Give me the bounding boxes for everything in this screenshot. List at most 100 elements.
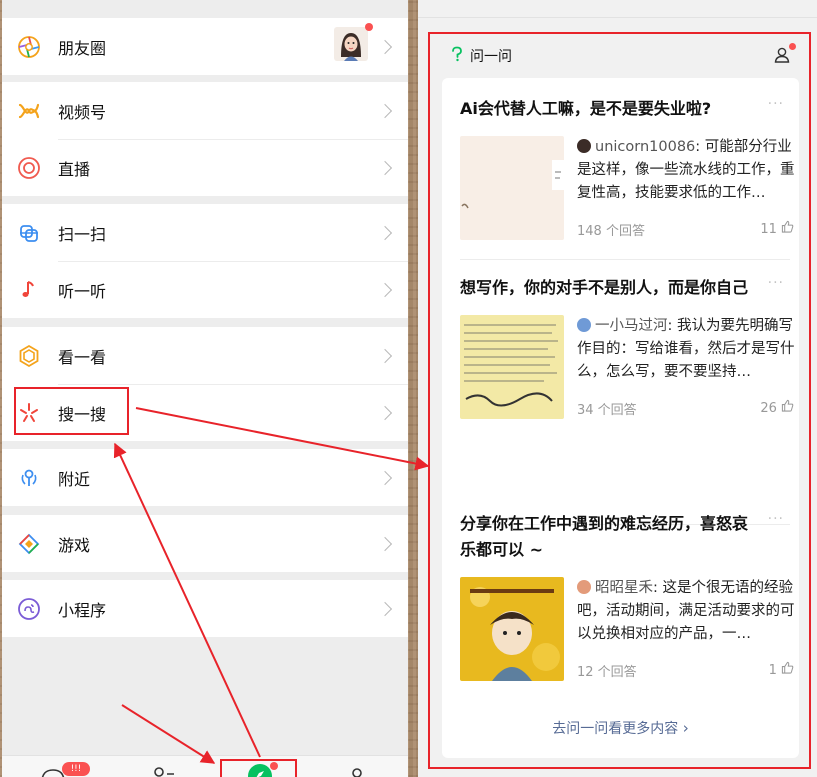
- more-icon[interactable]: ···: [768, 511, 784, 527]
- menu-item-live[interactable]: 直播: [2, 139, 408, 196]
- answer-preview[interactable]: 昭昭星禾: 这是个很无语的经验吧，活动期间，满足活动要求的可以兑换相对应的产品，…: [577, 577, 795, 646]
- search-sparkle-icon: [16, 400, 42, 426]
- chevron-right-icon: [377, 160, 393, 175]
- like-number: 11: [760, 222, 777, 237]
- menu-label-scan: 扫一扫: [58, 224, 107, 244]
- chevron-right-icon: [377, 536, 393, 551]
- answer-count: 34 个回答: [577, 403, 637, 418]
- moments-icon: [16, 34, 42, 60]
- menu-group-tools: 扫一扫 听一听: [2, 204, 408, 318]
- answer-author: unicorn10086: [595, 139, 696, 155]
- menu-label-moments: 朋友圈: [58, 38, 107, 58]
- menu-label-top-stories: 看一看: [58, 347, 107, 367]
- question-item[interactable]: 分享你在工作中遇到的难忘经历，喜怒哀乐都可以 ~ ··· 昭昭星禾: 这是个很无…: [460, 511, 795, 681]
- like-count[interactable]: 1: [769, 661, 794, 678]
- contacts-icon: [154, 767, 174, 777]
- channels-icon: [16, 98, 42, 124]
- live-icon: [16, 155, 42, 181]
- question-thumbnail[interactable]: [460, 577, 564, 681]
- menu-item-top-stories[interactable]: 看一看: [2, 327, 408, 384]
- menu-group-nearby: 附近: [2, 449, 408, 506]
- tab-contacts[interactable]: [150, 766, 176, 777]
- ask-header: 问一问: [430, 34, 809, 78]
- ask-title: 问一问: [470, 49, 512, 65]
- profile-button[interactable]: [773, 43, 796, 68]
- unread-badge: !!!: [62, 762, 90, 776]
- see-more-link[interactable]: 去问一问看更多内容 ›: [442, 718, 799, 738]
- question-title[interactable]: Ai会代替人工嘛，是不是要失业啦?: [460, 96, 760, 122]
- menu-item-scan[interactable]: 扫一扫: [2, 204, 408, 261]
- thumbs-up-icon: [781, 399, 794, 412]
- chevron-right-icon: [377, 103, 393, 118]
- menu-group-content: 看一看 搜一搜: [2, 327, 408, 441]
- nearby-icon: [16, 465, 42, 491]
- question-body: 一小马过河: 我认为要先明确写作目的：写给谁看，然后才是写什么，怎么写，要不要坚…: [460, 315, 795, 419]
- games-icon: [16, 531, 42, 557]
- bottom-tab-bar: !!!: [2, 755, 408, 777]
- see-more-label: 去问一问看更多内容: [552, 721, 679, 737]
- ask-section-highlight: 问一问 Ai会代替人工嘛，是不是要失业啦? ··· unicorn10086: …: [428, 32, 811, 769]
- thumbs-up-icon: [781, 661, 794, 674]
- menu-label-games: 游戏: [58, 535, 91, 555]
- more-icon[interactable]: ···: [768, 275, 784, 291]
- question-item[interactable]: 想写作，你的对手不是别人，而是你自己 ··· 一小马过河: 我认为要先明确写作目…: [460, 275, 795, 419]
- menu-item-mini-programs[interactable]: 小程序: [2, 580, 408, 637]
- menu-item-games[interactable]: 游戏: [2, 515, 408, 572]
- question-body: unicorn10086: 可能部分行业是这样，像一些流水线的工作，重复性高，技…: [460, 136, 795, 240]
- answer-count: 12 个回答: [577, 665, 637, 680]
- chevron-right-icon: [377, 225, 393, 240]
- menu-group-games: 游戏: [2, 515, 408, 572]
- menu-item-search[interactable]: 搜一搜: [2, 384, 408, 441]
- question-body: 昭昭星禾: 这是个很无语的经验吧，活动期间，满足活动要求的可以兑换相对应的产品，…: [460, 577, 795, 681]
- like-count[interactable]: 26: [760, 399, 794, 416]
- top-stories-icon: [16, 343, 42, 369]
- person-icon: [774, 47, 790, 63]
- chevron-right-icon: [377, 282, 393, 297]
- answer-preview[interactable]: 一小马过河: 我认为要先明确写作目的：写给谁看，然后才是写什么，怎么写，要不要坚…: [577, 315, 795, 384]
- tab-me[interactable]: [347, 766, 367, 777]
- chevron-right-icon: ›: [682, 719, 689, 737]
- question-title[interactable]: 分享你在工作中遇到的难忘经历，喜怒哀乐都可以 ~: [460, 511, 760, 563]
- menu-item-moments[interactable]: 朋友圈: [2, 18, 408, 75]
- answer-preview[interactable]: unicorn10086: 可能部分行业是这样，像一些流水线的工作，重复性高，技…: [577, 136, 795, 205]
- chevron-right-icon: [377, 405, 393, 420]
- menu-item-listen[interactable]: 听一听: [2, 261, 408, 318]
- profile-new-dot: [789, 43, 796, 50]
- like-number: 26: [760, 401, 777, 416]
- person-icon: [352, 768, 362, 777]
- music-note-icon: [16, 277, 42, 303]
- author-avatar: [577, 139, 591, 153]
- menu-group-moments: 朋友圈: [2, 18, 408, 75]
- menu-item-nearby[interactable]: 附近: [2, 449, 408, 506]
- chevron-right-icon: [377, 601, 393, 616]
- ask-panel: 问一问 Ai会代替人工嘛，是不是要失业啦? ··· unicorn10086: …: [418, 0, 817, 777]
- like-number: 1: [768, 663, 777, 678]
- scan-icon: [16, 220, 42, 246]
- like-count[interactable]: 11: [760, 220, 794, 237]
- menu-label-live: 直播: [58, 159, 91, 179]
- question-thumbnail[interactable]: [460, 315, 564, 419]
- author-avatar: [577, 318, 591, 332]
- answer-author: 一小马过河: [595, 318, 668, 334]
- moments-new-dot: [365, 23, 373, 31]
- chevron-right-icon: [377, 348, 393, 363]
- discover-tab-highlight: [220, 759, 297, 777]
- menu-group-mini-programs: 小程序: [2, 580, 408, 637]
- chevron-right-icon: [377, 39, 393, 54]
- menu-label-mini-programs: 小程序: [58, 600, 107, 620]
- menu-label-listen: 听一听: [58, 281, 107, 301]
- divider: [460, 259, 790, 260]
- answer-count: 148 个回答: [577, 224, 645, 239]
- menu-item-channels[interactable]: 视频号: [2, 82, 408, 139]
- more-icon[interactable]: ···: [768, 96, 784, 112]
- moments-avatar: [334, 23, 373, 61]
- question-mark-icon: [450, 46, 464, 66]
- menu-label-search: 搜一搜: [58, 404, 107, 424]
- top-strip: [418, 0, 817, 18]
- menu-group-channels: 视频号 直播: [2, 82, 408, 196]
- question-title[interactable]: 想写作，你的对手不是别人，而是你自己: [460, 275, 760, 301]
- author-avatar: [577, 580, 591, 594]
- question-thumbnail[interactable]: [460, 136, 564, 240]
- answer-author: 昭昭星禾: [595, 580, 653, 596]
- question-item[interactable]: Ai会代替人工嘛，是不是要失业啦? ··· unicorn10086: 可能部分…: [460, 96, 795, 240]
